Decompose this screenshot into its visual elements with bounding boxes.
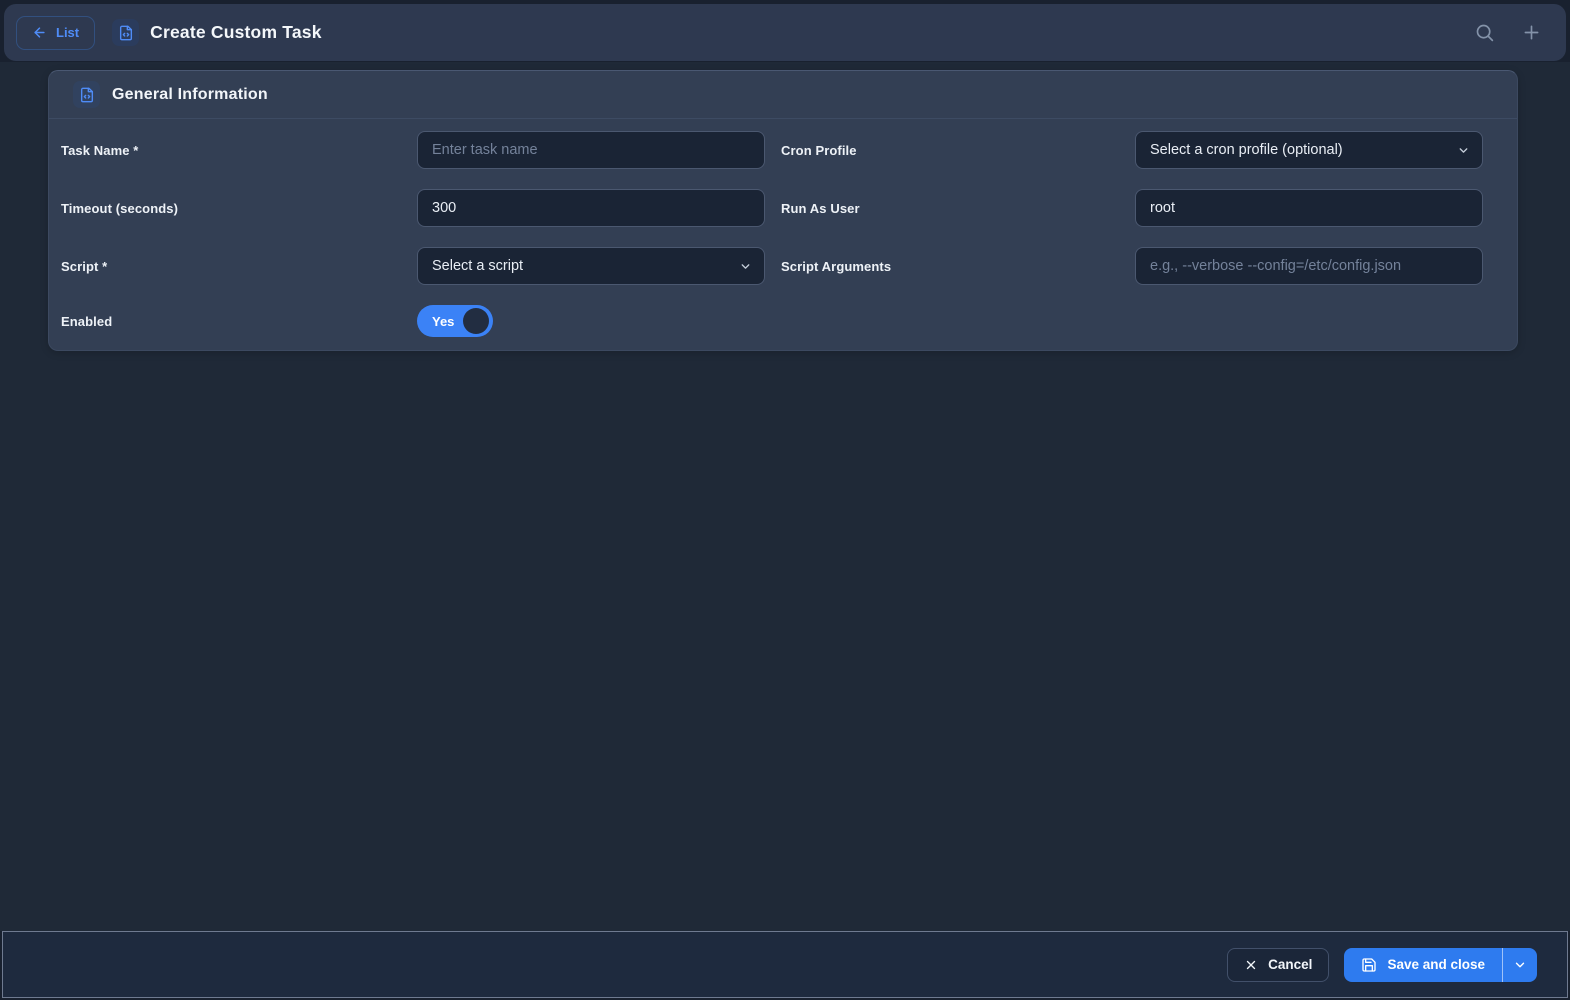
cron-profile-selected-value: Select a cron profile (optional)	[1150, 142, 1343, 158]
save-split-button: Save and close	[1344, 948, 1537, 982]
form-grid: Task Name * Cron Profile Select a cron p…	[49, 119, 1517, 350]
content-area: General Information Task Name * Cron Pro…	[0, 62, 1570, 931]
save-options-dropdown-button[interactable]	[1502, 948, 1537, 982]
footer-action-bar: Cancel Save and close	[2, 931, 1568, 998]
cancel-button[interactable]: Cancel	[1227, 948, 1329, 982]
general-information-card: General Information Task Name * Cron Pro…	[48, 70, 1518, 351]
script-arguments-input[interactable]	[1135, 247, 1483, 285]
search-icon[interactable]	[1474, 22, 1495, 43]
run-as-user-label: Run As User	[781, 201, 1135, 216]
close-icon	[1244, 958, 1258, 972]
script-select[interactable]: Select a script	[417, 247, 765, 285]
cron-profile-select[interactable]: Select a cron profile (optional)	[1135, 131, 1483, 169]
chevron-down-icon	[1457, 144, 1470, 157]
file-code-icon	[112, 19, 139, 46]
plus-icon[interactable]	[1521, 22, 1542, 43]
enabled-toggle[interactable]: Yes	[417, 305, 493, 337]
task-name-label: Task Name *	[61, 143, 417, 158]
task-name-input[interactable]	[417, 131, 765, 169]
section-header: General Information	[49, 71, 1517, 119]
topbar: List Create Custom Task	[4, 4, 1566, 61]
save-and-close-button[interactable]: Save and close	[1344, 948, 1502, 982]
cancel-button-label: Cancel	[1268, 957, 1312, 972]
script-selected-value: Select a script	[432, 258, 523, 274]
back-button-label: List	[56, 25, 79, 40]
chevron-down-icon	[1513, 958, 1527, 972]
toggle-knob	[463, 308, 489, 334]
cron-profile-label: Cron Profile	[781, 143, 1135, 158]
enabled-label: Enabled	[61, 314, 417, 329]
file-code-icon	[73, 81, 100, 108]
page-title: Create Custom Task	[150, 22, 322, 43]
script-arguments-label: Script Arguments	[781, 259, 1135, 274]
toggle-state-label: Yes	[432, 314, 454, 329]
timeout-input[interactable]	[417, 189, 765, 227]
back-to-list-button[interactable]: List	[16, 16, 95, 50]
timeout-label: Timeout (seconds)	[61, 201, 417, 216]
run-as-user-input[interactable]	[1135, 189, 1483, 227]
chevron-down-icon	[739, 260, 752, 273]
save-icon	[1361, 957, 1377, 973]
section-title: General Information	[112, 86, 268, 104]
save-button-label: Save and close	[1387, 957, 1485, 972]
topbar-actions	[1474, 22, 1542, 43]
arrow-left-icon	[32, 25, 47, 40]
script-label: Script *	[61, 259, 417, 274]
